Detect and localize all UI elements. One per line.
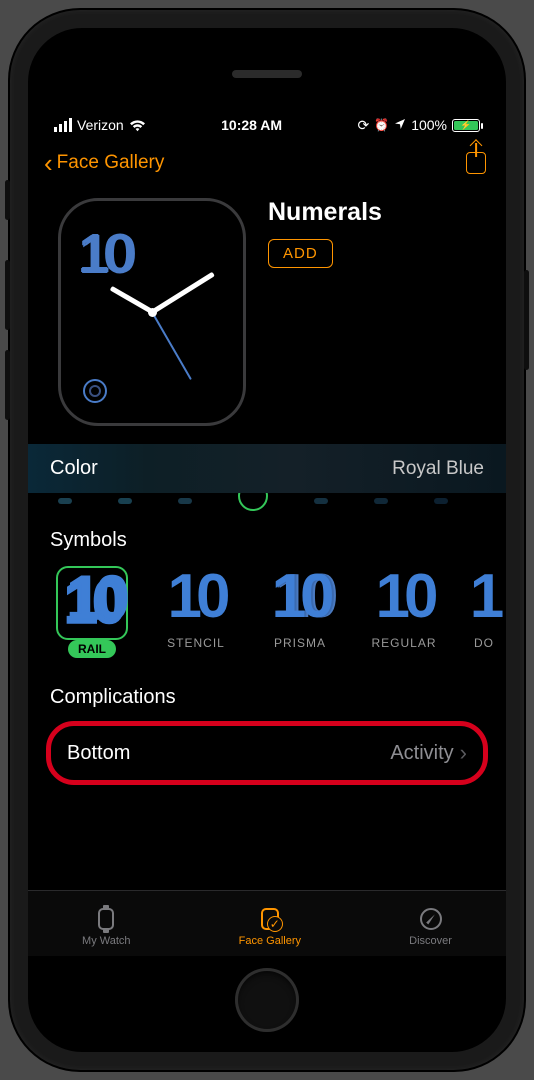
symbol-option-partial[interactable]: 1 DO xyxy=(464,566,504,650)
color-swatch-selected[interactable] xyxy=(238,493,268,511)
volume-up-button xyxy=(5,260,10,330)
color-label: Color xyxy=(50,457,98,480)
color-swatch[interactable] xyxy=(434,498,448,504)
compass-icon xyxy=(420,908,442,930)
location-icon xyxy=(394,117,406,133)
color-swatch[interactable] xyxy=(374,498,388,504)
symbol-glyph: 10 xyxy=(64,568,121,637)
tab-face-gallery[interactable]: Face Gallery xyxy=(239,906,301,947)
tab-bar: My Watch Face Gallery Discover xyxy=(28,890,506,956)
add-button[interactable]: ADD xyxy=(268,239,333,268)
battery-icon: ⚡ xyxy=(452,119,480,132)
symbol-option-stencil[interactable]: 10 STENCIL xyxy=(152,566,240,650)
tab-my-watch[interactable]: My Watch xyxy=(82,906,131,947)
chevron-right-icon: › xyxy=(460,740,467,766)
symbol-option-rail[interactable]: 10 RAIL xyxy=(48,566,136,658)
complication-value: Activity xyxy=(390,742,453,765)
tab-label: My Watch xyxy=(82,935,131,947)
color-swatch[interactable] xyxy=(58,498,72,504)
symbol-glyph: 10 xyxy=(256,566,344,628)
symbol-label: RAIL xyxy=(68,640,116,658)
mute-switch xyxy=(5,180,10,220)
symbol-label: PRISMA xyxy=(256,636,344,650)
face-numeral: 10 xyxy=(79,223,131,285)
battery-percentage: 100% xyxy=(411,117,447,133)
speaker-grille xyxy=(232,70,302,78)
color-swatch[interactable] xyxy=(178,498,192,504)
face-title: Numerals xyxy=(268,198,382,227)
symbol-option-prisma[interactable]: 10 PRISMA xyxy=(256,566,344,650)
symbol-glyph: 10 xyxy=(152,566,240,628)
wifi-icon xyxy=(129,119,146,132)
watch-icon xyxy=(98,908,114,930)
status-bar: Verizon 10:28 AM ⟳ ⏰ 100% ⚡ xyxy=(28,112,506,138)
symbol-glyph: 10 xyxy=(360,566,448,628)
symbol-label: STENCIL xyxy=(152,636,240,650)
share-button[interactable] xyxy=(466,152,486,174)
cellular-signal-icon xyxy=(54,118,72,132)
tab-label: Face Gallery xyxy=(239,935,301,947)
chevron-left-icon: ‹ xyxy=(44,150,53,176)
color-value: Royal Blue xyxy=(392,458,484,480)
tab-label: Discover xyxy=(409,935,452,947)
activity-ring-icon xyxy=(83,379,107,403)
power-button xyxy=(524,270,529,370)
symbol-option-regular[interactable]: 10 REGULAR xyxy=(360,566,448,650)
charging-icon: ⚡ xyxy=(460,121,471,130)
tab-discover[interactable]: Discover xyxy=(409,906,452,947)
watch-face-preview[interactable]: 10 xyxy=(58,198,246,426)
color-row[interactable]: Color Royal Blue xyxy=(28,444,506,493)
share-icon xyxy=(466,152,486,174)
screen: Verizon 10:28 AM ⟳ ⏰ 100% ⚡ ‹ xyxy=(28,28,506,1052)
back-label: Face Gallery xyxy=(57,152,165,174)
phone-frame: Verizon 10:28 AM ⟳ ⏰ 100% ⚡ ‹ xyxy=(10,10,524,1070)
complication-bottom-row[interactable]: Bottom Activity › xyxy=(46,721,488,785)
complications-heading: Complications xyxy=(28,666,506,719)
complication-slot-label: Bottom xyxy=(67,742,130,765)
orientation-lock-icon: ⟳ xyxy=(358,117,370,134)
color-swatch[interactable] xyxy=(118,498,132,504)
symbol-label: REGULAR xyxy=(360,636,448,650)
status-time: 10:28 AM xyxy=(221,117,282,133)
alarm-icon: ⏰ xyxy=(374,118,389,132)
symbols-picker[interactable]: 10 RAIL 10 STENCIL 10 PRISMA 10 REGULAR … xyxy=(28,562,506,666)
back-button[interactable]: ‹ Face Gallery xyxy=(44,150,164,176)
nav-bar: ‹ Face Gallery xyxy=(28,138,506,184)
symbols-heading: Symbols xyxy=(28,515,506,562)
face-gallery-icon xyxy=(261,908,279,930)
carrier-label: Verizon xyxy=(77,117,124,133)
color-swatch-strip[interactable] xyxy=(28,493,506,515)
home-button[interactable] xyxy=(235,968,299,1032)
face-hero: 10 Numerals ADD xyxy=(28,184,506,444)
symbol-glyph: 1 xyxy=(464,566,504,628)
symbol-label: DO xyxy=(464,636,504,650)
volume-down-button xyxy=(5,350,10,420)
color-swatch[interactable] xyxy=(314,498,328,504)
